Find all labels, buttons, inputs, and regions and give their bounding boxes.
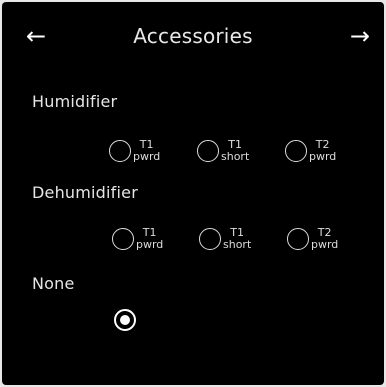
option-dehumidifier-t1-short[interactable]: T1 short: [199, 221, 251, 257]
radio-button-selected[interactable]: [114, 309, 136, 331]
radio-button[interactable]: [285, 140, 307, 162]
option-label: T1 pwrd: [133, 138, 161, 163]
option-humidifier-t1-short[interactable]: T1 short: [197, 133, 249, 169]
section-label-dehumidifier: Dehumidifier: [32, 183, 138, 202]
radio-button[interactable]: [112, 228, 134, 250]
option-dehumidifier-t2-pwrd[interactable]: T2 pwrd: [287, 221, 338, 257]
radio-button[interactable]: [197, 140, 219, 162]
forward-arrow-icon[interactable]: →: [350, 20, 370, 52]
radio-button[interactable]: [287, 228, 309, 250]
app-screen: ← Accessories → Humidifier T1 pwrd T1 shor…: [2, 2, 384, 385]
option-humidifier-t1-pwrd[interactable]: T1 pwrd: [109, 133, 160, 169]
dehumidifier-options: T1 pwrd T1 short T2 pwrd: [2, 221, 384, 257]
header: ← Accessories →: [2, 20, 384, 52]
option-label: T1 short: [221, 138, 250, 163]
page-title: Accessories: [133, 24, 253, 48]
section-label-none: None: [32, 274, 75, 293]
option-dehumidifier-t1-pwrd[interactable]: T1 pwrd: [112, 221, 163, 257]
option-none[interactable]: [114, 302, 136, 338]
radio-button[interactable]: [199, 228, 221, 250]
section-label-humidifier: Humidifier: [32, 92, 118, 111]
none-options: [2, 302, 384, 338]
humidifier-options: T1 pwrd T1 short T2 pwrd: [2, 133, 384, 169]
radio-button[interactable]: [109, 140, 131, 162]
option-label: T2 pwrd: [309, 138, 337, 163]
option-label: T1 short: [223, 226, 252, 251]
option-humidifier-t2-pwrd[interactable]: T2 pwrd: [285, 133, 336, 169]
option-label: T1 pwrd: [136, 226, 164, 251]
option-label: T2 pwrd: [311, 226, 339, 251]
